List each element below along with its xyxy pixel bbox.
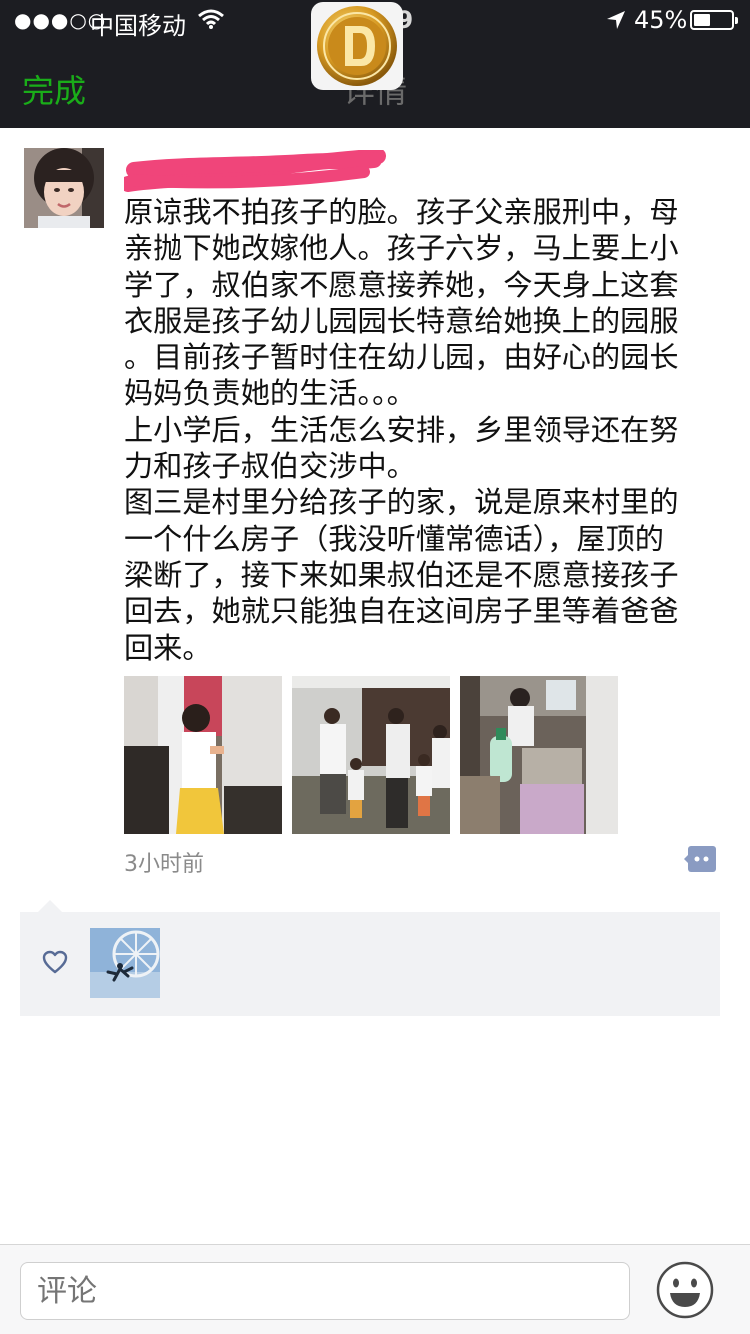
post-text-line: 回去，她就只能独自在这间房子里等着爸爸 (124, 594, 679, 629)
app-logo (311, 2, 403, 90)
likes-pointer (38, 900, 62, 912)
post-text-line: 衣服是孩子幼儿园园长特意给她换上的园服 (124, 303, 679, 338)
post-text-line: 上小学后，生活怎么安排，乡里领导还在努 (124, 412, 679, 447)
post-text-line: 一个什么房子（我没听懂常德话），屋顶的 (124, 521, 664, 556)
photo-grid (124, 676, 624, 834)
post-text-line: 梁断了，接下来如果叔伯还是不愿意接孩子 (124, 557, 679, 592)
liker-avatar[interactable] (90, 928, 160, 998)
gold-coin-logo (317, 6, 397, 86)
battery-level (694, 14, 711, 26)
post-text-line: 原谅我不拍孩子的脸。孩子父亲服刑中，母 (124, 195, 679, 229)
moments-detail-page: ●●●○○ 中国移动 20:29 45% 完成 详情 (0, 0, 750, 1334)
author-avatar[interactable] (24, 148, 104, 228)
post-text-line: 亲抛下她改嫁他人。孩子六岁，马上要上小 (124, 231, 679, 266)
post-text-line: 回来。 (124, 630, 212, 665)
post-text: 原谅我不拍孩子的脸。孩子父亲服刑中，母 亲抛下她改嫁他人。孩子六岁，马上要上小 … (124, 194, 714, 666)
author-name[interactable] (124, 150, 386, 192)
post-photo-3[interactable] (460, 676, 618, 834)
redaction-scribble (124, 150, 386, 192)
comment-input[interactable] (20, 1262, 630, 1320)
post-text-line: 。目前孩子暂时住在幼儿园，由好心的园长 (124, 340, 679, 375)
post-text-line: 妈妈负责她的生活。。。 (124, 376, 416, 411)
comment-bubble-icon[interactable] (684, 846, 716, 872)
heart-icon (42, 950, 68, 974)
battery-icon (690, 10, 738, 30)
location-arrow-icon (607, 11, 625, 29)
post-timestamp: 3小时前 (124, 852, 204, 877)
post-photo-2[interactable] (292, 676, 450, 834)
post-text-line: 学了，叔伯家不愿意接养她，今天身上这套 (124, 267, 679, 302)
post-photo-1[interactable] (124, 676, 282, 834)
post-text-line: 图三是村里分给孩子的家，说是原来村里的 (124, 485, 679, 520)
smiley-icon[interactable] (656, 1261, 714, 1319)
battery-percentage: 45% (634, 6, 688, 34)
post-text-line: 力和孩子叔伯交涉中。 (124, 449, 416, 484)
top-bar: ●●●○○ 中国移动 20:29 45% 完成 详情 (0, 0, 750, 128)
comment-bar (0, 1244, 750, 1334)
